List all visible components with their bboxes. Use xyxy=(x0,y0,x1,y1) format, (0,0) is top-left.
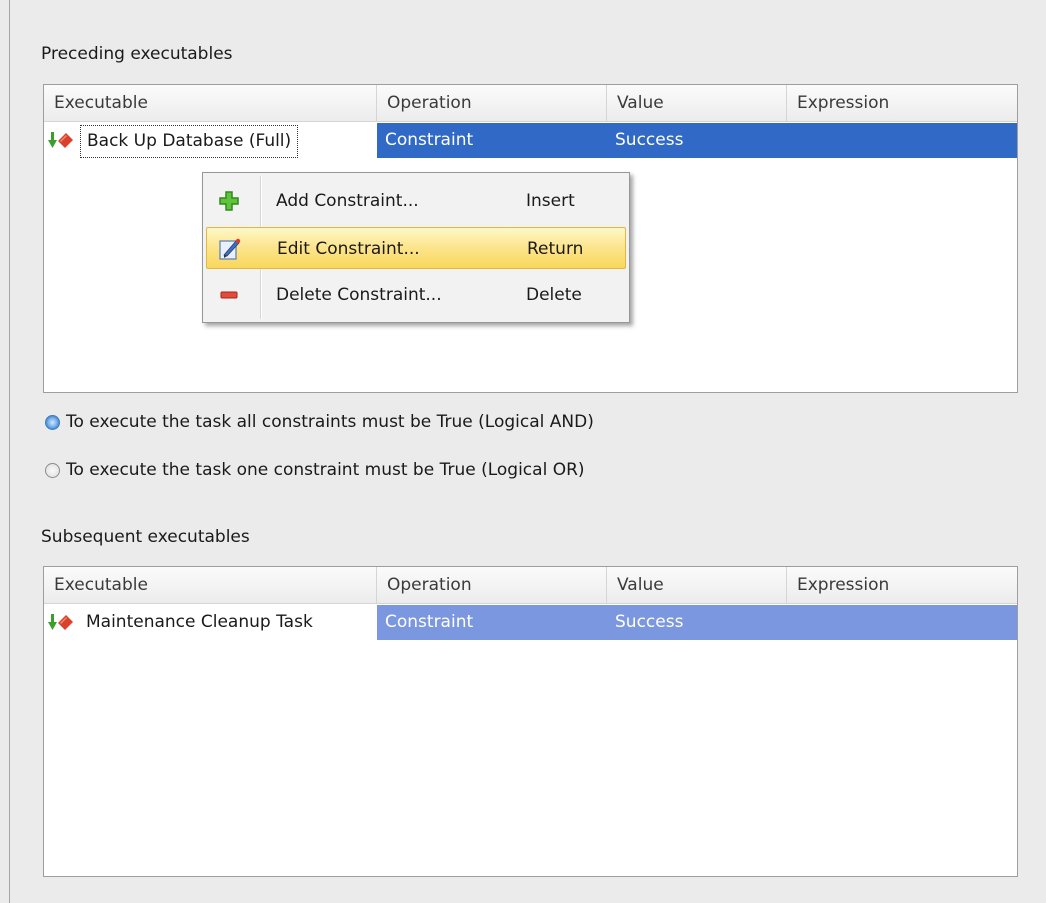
operation-cell[interactable]: Constraint xyxy=(377,123,607,158)
logical-or-label[interactable]: To execute the task one constraint must … xyxy=(66,460,585,480)
plus-icon xyxy=(219,191,239,211)
precedence-constraint-icon xyxy=(48,614,73,630)
menu-item-label: Add Constraint... xyxy=(276,191,419,211)
table-row[interactable]: Maintenance Cleanup Task Constraint Succ… xyxy=(44,604,1017,641)
logical-and-label[interactable]: To execute the task all constraints must… xyxy=(66,412,594,432)
value-cell[interactable]: Success xyxy=(607,605,787,640)
logical-and-radio[interactable] xyxy=(45,414,60,430)
menu-item-shortcut: Insert xyxy=(526,191,575,211)
subsequent-executables-label: Subsequent executables xyxy=(41,527,250,547)
add-constraint-menu-item[interactable]: Add Constraint... Insert xyxy=(206,180,626,222)
column-header-value[interactable]: Value xyxy=(607,567,787,603)
expression-cell[interactable] xyxy=(787,605,1017,640)
menu-item-shortcut: Return xyxy=(527,239,584,259)
menu-item-shortcut: Delete xyxy=(526,285,582,305)
executable-cell[interactable]: Maintenance Cleanup Task xyxy=(44,605,377,640)
edit-constraint-menu-item[interactable]: Edit Constraint... Return xyxy=(206,227,626,269)
executable-cell[interactable]: Back Up Database (Full) xyxy=(44,123,377,158)
value-cell[interactable]: Success xyxy=(607,123,787,158)
menu-item-label: Edit Constraint... xyxy=(277,239,420,259)
column-header-value[interactable]: Value xyxy=(607,85,787,121)
edit-icon xyxy=(219,238,241,260)
expression-cell[interactable] xyxy=(787,123,1017,158)
column-header-operation[interactable]: Operation xyxy=(377,85,607,121)
column-header-operation[interactable]: Operation xyxy=(377,567,607,603)
grid-header: Executable Operation Value Expression xyxy=(44,85,1017,122)
menu-item-label: Delete Constraint... xyxy=(276,285,442,305)
precedence-constraint-icon xyxy=(48,132,73,148)
minus-icon xyxy=(220,291,238,299)
subsequent-executables-grid[interactable]: Executable Operation Value Expression Ma… xyxy=(43,566,1018,877)
grid-header: Executable Operation Value Expression xyxy=(44,567,1017,604)
preceding-executables-label: Preceding executables xyxy=(41,44,233,64)
context-menu: Add Constraint... Insert Edit Constraint… xyxy=(202,172,630,323)
column-header-executable[interactable]: Executable xyxy=(44,567,377,603)
logical-and-option[interactable]: To execute the task all constraints must… xyxy=(45,412,594,432)
logical-or-option[interactable]: To execute the task one constraint must … xyxy=(45,460,585,480)
executable-name: Maintenance Cleanup Task xyxy=(86,612,313,632)
operation-cell[interactable]: Constraint xyxy=(377,605,607,640)
column-header-expression[interactable]: Expression xyxy=(787,567,1017,603)
delete-constraint-menu-item[interactable]: Delete Constraint... Delete xyxy=(206,274,626,316)
table-row[interactable]: Back Up Database (Full) Constraint Succe… xyxy=(44,122,1017,159)
executable-name: Back Up Database (Full) xyxy=(80,125,299,158)
column-header-expression[interactable]: Expression xyxy=(787,85,1017,121)
logical-or-radio[interactable] xyxy=(45,462,60,478)
column-header-executable[interactable]: Executable xyxy=(44,85,377,121)
